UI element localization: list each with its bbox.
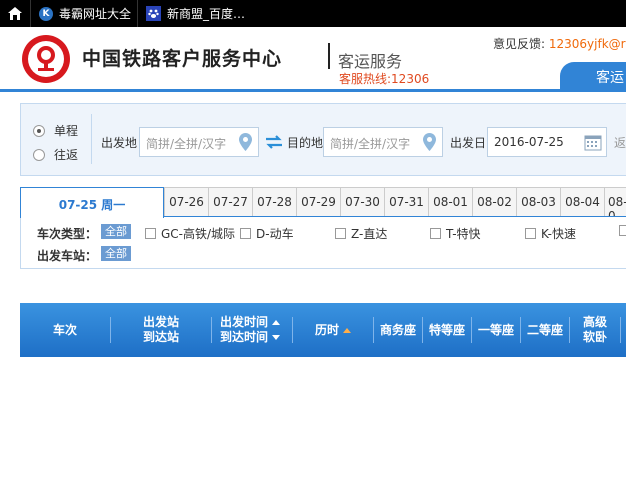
col-train-no[interactable]: 车次 [20, 303, 110, 357]
feedback: 意见反馈: 12306yjfk@rai [493, 35, 626, 52]
nav-tab-passenger[interactable]: 客运 [560, 62, 626, 90]
return-label: 返 [614, 136, 626, 150]
depart-station-label: 出发车站： [37, 249, 98, 263]
result-table-header: 车次 出发站 到达站 出发时间 到达时间 历时 商务座 特等座 一等座 二等座 … [20, 303, 626, 357]
filter-t-label: T-特快 [446, 227, 481, 241]
bookmark-xinshangmeng[interactable]: 新商盟_百度… [138, 0, 251, 27]
kingsoft-k-icon: K [39, 6, 53, 21]
checkbox-icon[interactable] [430, 228, 441, 239]
date-tab[interactable]: 07-31 [384, 187, 429, 216]
col-arrive-time: 到达时间 [220, 330, 269, 344]
train-type-label: 车次类型： [37, 227, 98, 241]
col-from-station: 出发站 [142, 315, 179, 329]
col-to-station: 到达站 [142, 330, 179, 344]
filter-k[interactable]: K-快速 [525, 225, 576, 242]
checkbox-icon[interactable] [335, 228, 346, 239]
baidu-paw-icon [146, 6, 162, 21]
col-depart-time: 出发时间 [220, 315, 269, 329]
date-tab[interactable]: 07-30 [340, 187, 385, 216]
date-tabs: 07-25 周一 07-26 07-27 07-28 07-29 07-30 0… [20, 187, 626, 218]
col-soft-sleeper[interactable]: 高级 软卧 [570, 303, 620, 357]
depart-date-input[interactable]: 2016-07-25 [487, 127, 607, 157]
bookmark-duba[interactable]: K 毒霸网址大全 [31, 0, 137, 27]
col-first[interactable]: 一等座 [472, 303, 520, 357]
trip-round-label: 往返 [54, 148, 79, 162]
trip-one-way-label: 单程 [54, 124, 79, 138]
col-soft-sleeper-line2: 软卧 [582, 330, 607, 344]
filter-z[interactable]: Z-直达 [335, 225, 387, 242]
header-rule [0, 89, 626, 92]
checkbox-icon[interactable] [619, 225, 626, 236]
date-tab[interactable]: 08-04 [560, 187, 605, 216]
depart-date-value: 2016-07-25 [494, 135, 564, 149]
bookmark-label: 新商盟_百度… [167, 7, 246, 21]
radio-selected-icon[interactable] [33, 124, 45, 137]
bookmark-label: 毒霸网址大全 [59, 7, 132, 21]
col-times[interactable]: 出发时间 到达时间 [212, 303, 292, 357]
home-icon[interactable] [0, 0, 30, 27]
site-title: 中国铁路客户服务中心 [82, 48, 283, 70]
filter-d[interactable]: D-动车 [240, 225, 294, 242]
filter-d-label: D-动车 [256, 227, 294, 241]
to-label: 目的地 [287, 136, 324, 150]
date-tab[interactable]: 07-28 [252, 187, 297, 216]
sort-desc-icon[interactable] [272, 335, 281, 340]
date-tab[interactable]: 08-0 [604, 187, 626, 216]
location-pin-icon[interactable] [423, 133, 436, 151]
date-tab[interactable]: 07-29 [296, 187, 341, 216]
col-business[interactable]: 商务座 [374, 303, 422, 357]
filter-area: 车次类型： 全部 GC-高铁/城际 D-动车 Z-直达 T-特快 K-快速 出发… [20, 217, 626, 269]
col-duration[interactable]: 历时 [293, 303, 373, 357]
title-divider [328, 43, 330, 69]
filter-more[interactable] [619, 225, 626, 236]
filter-gc[interactable]: GC-高铁/城际 [145, 225, 235, 242]
date-tab[interactable]: 08-02 [472, 187, 517, 216]
to-placeholder: 简拼/全拼/汉字 [330, 137, 411, 151]
site-header: 中国铁路客户服务中心 客运服务 客服热线:12306 意见反馈: 12306yj… [0, 27, 626, 90]
date-label: 出发日 [450, 136, 487, 150]
filter-k-label: K-快速 [541, 227, 576, 241]
col-duration-label: 历时 [314, 322, 339, 337]
trip-round-option[interactable]: 往返 [33, 146, 78, 163]
from-placeholder: 简拼/全拼/汉字 [146, 137, 227, 151]
checkbox-icon[interactable] [145, 228, 156, 239]
col-divider [620, 317, 621, 343]
railway-logo[interactable] [22, 35, 70, 83]
date-tab[interactable]: 08-01 [428, 187, 473, 216]
feedback-label: 意见反馈: [493, 37, 546, 51]
checkbox-icon[interactable] [525, 228, 536, 239]
bookmarks-bar: K 毒霸网址大全 新商盟_百度… [0, 0, 626, 27]
col-special[interactable]: 特等座 [423, 303, 471, 357]
sort-asc-icon[interactable] [343, 327, 351, 333]
col-second[interactable]: 二等座 [521, 303, 569, 357]
date-tab[interactable]: 07-27 [208, 187, 253, 216]
radio-unselected-icon[interactable] [33, 148, 45, 161]
date-tab[interactable]: 07-26 [164, 187, 209, 216]
checkbox-icon[interactable] [240, 228, 251, 239]
col-stations[interactable]: 出发站 到达站 [111, 303, 211, 357]
filter-gc-label: GC-高铁/城际 [161, 227, 236, 241]
col-soft-sleeper-line1: 高级 [582, 315, 607, 329]
date-tab[interactable]: 08-03 [516, 187, 561, 216]
depart-station-all-chip[interactable]: 全部 [101, 246, 131, 261]
hotline-text: 客服热线:12306 [339, 72, 430, 86]
filter-z-label: Z-直达 [351, 227, 388, 241]
location-pin-icon[interactable] [239, 133, 252, 151]
feedback-email-link[interactable]: 12306yjfk@rai [549, 37, 626, 51]
to-station-input[interactable]: 简拼/全拼/汉字 [323, 127, 443, 157]
from-label: 出发地 [101, 136, 138, 150]
site-subtitle: 客运服务 [338, 52, 403, 71]
swap-stations-icon[interactable] [265, 135, 283, 149]
calendar-icon[interactable] [584, 133, 602, 151]
filter-t[interactable]: T-特快 [430, 225, 481, 242]
search-panel: 单程 往返 出发地 简拼/全拼/汉字 目的地 简拼/全拼/汉字 出发日 2016… [20, 103, 626, 176]
from-station-input[interactable]: 简拼/全拼/汉字 [139, 127, 259, 157]
sort-asc-icon[interactable] [272, 320, 281, 325]
panel-divider [91, 114, 92, 164]
train-type-all-chip[interactable]: 全部 [101, 224, 131, 239]
date-tab-active[interactable]: 07-25 周一 [20, 187, 164, 218]
trip-one-way-option[interactable]: 单程 [33, 122, 78, 139]
